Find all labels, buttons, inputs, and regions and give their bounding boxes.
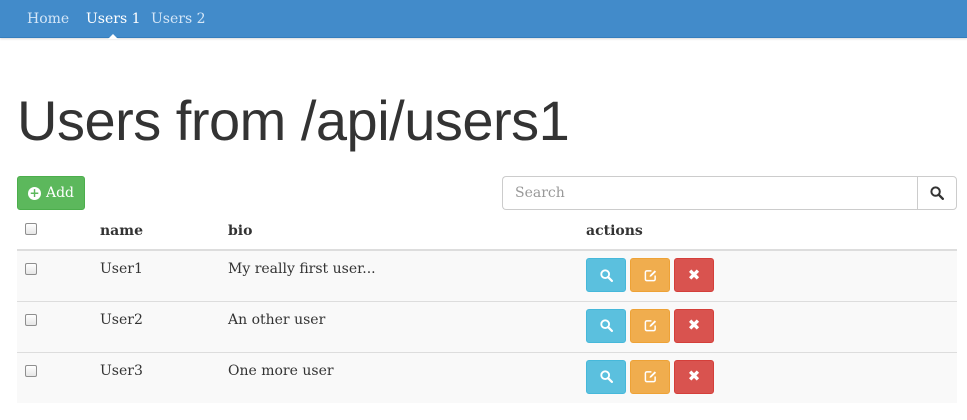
add-button-label: Add [45, 185, 75, 201]
cell-actions: ✖ [586, 351, 957, 403]
view-button[interactable] [586, 258, 626, 292]
view-button[interactable] [586, 308, 626, 343]
search-group [502, 176, 957, 210]
table-row: User3 One more user ✖ [17, 351, 957, 403]
cell-bio: My really first user... [228, 249, 586, 301]
delete-button[interactable]: ✖ [674, 258, 714, 292]
table-row: User1 My really first user... ✖ [17, 249, 957, 301]
column-header-bio: bio [228, 210, 586, 251]
row-checkbox[interactable] [25, 263, 37, 275]
search-icon [599, 319, 613, 332]
table-row: User2 An other user ✖ [17, 300, 957, 352]
edit-button[interactable] [630, 258, 670, 292]
select-all-checkbox[interactable] [25, 222, 37, 235]
table-header-row: name bio actions [17, 210, 957, 251]
nav-item-home[interactable]: Home [27, 0, 69, 38]
users-table: name bio actions User1 My really first u… [17, 210, 957, 403]
nav-item-users-1[interactable]: Users 1 [86, 0, 141, 39]
cell-name: User3 [100, 351, 228, 403]
view-button[interactable] [586, 359, 626, 394]
row-select-cell [17, 300, 100, 352]
search-icon [599, 370, 613, 383]
row-select-cell [17, 249, 100, 301]
delete-button[interactable]: ✖ [674, 308, 714, 343]
plus-circle-icon: + [27, 185, 41, 200]
close-icon: ✖ [687, 316, 701, 334]
search-input[interactable] [502, 176, 917, 210]
column-header-name: name [100, 210, 228, 251]
row-checkbox[interactable] [25, 313, 37, 326]
delete-button[interactable]: ✖ [674, 359, 714, 394]
row-checkbox[interactable] [25, 364, 37, 377]
top-navbar: Home Users 1 Users 2 [0, 0, 967, 39]
edit-button[interactable] [630, 359, 670, 394]
search-icon [599, 268, 613, 282]
cell-name: User1 [100, 249, 228, 301]
cell-name: User2 [100, 300, 228, 352]
cell-actions: ✖ [586, 300, 957, 352]
page-title: Users from /api/users1 [17, 89, 570, 152]
edit-icon [644, 371, 656, 383]
nav-item-users-2[interactable]: Users 2 [151, 0, 206, 38]
edit-icon [644, 269, 656, 281]
row-select-cell [17, 351, 100, 403]
edit-icon [644, 320, 656, 332]
column-header-actions: actions [586, 210, 957, 251]
cell-actions: ✖ [586, 249, 957, 301]
add-button[interactable]: + Add [17, 176, 85, 210]
header-select-cell [17, 210, 100, 251]
search-icon [930, 186, 944, 200]
cell-bio: An other user [228, 300, 586, 352]
edit-button[interactable] [630, 308, 670, 343]
cell-bio: One more user [228, 351, 586, 403]
close-icon: ✖ [687, 367, 701, 385]
search-button[interactable] [917, 176, 957, 210]
close-icon: ✖ [687, 265, 701, 284]
